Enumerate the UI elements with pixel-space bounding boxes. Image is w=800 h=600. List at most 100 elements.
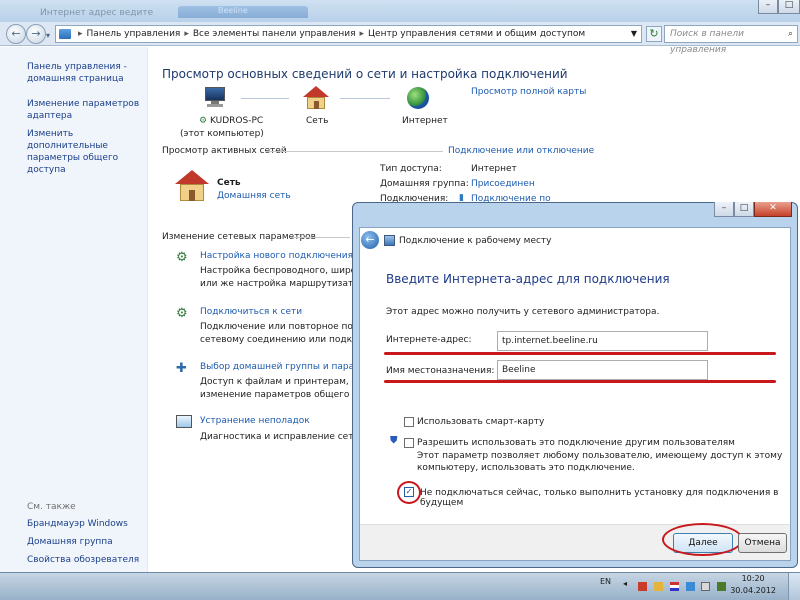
computer-icon[interactable] [203, 87, 227, 109]
page-title: Просмотр основных сведений о сети и наст… [162, 67, 568, 81]
dialog-hint: Этот адрес можно получить у сетевого адм… [386, 307, 660, 317]
search-placeholder: Поиск в панели управления [670, 29, 744, 55]
smartcard-checkbox[interactable] [404, 417, 414, 427]
smartcard-label: Использовать смарт-карту [417, 417, 545, 427]
sidebar-item-adapter-settings[interactable]: Изменение параметров адаптера [27, 98, 145, 122]
computer-note: (этот компьютер) [180, 129, 264, 139]
vpn-icon [384, 235, 395, 246]
allow-others-label: Разрешить использовать это подключение д… [417, 438, 735, 448]
home-network-icon[interactable] [303, 86, 329, 110]
access-type-value: Интернет [471, 164, 517, 174]
home-network-large-icon [175, 170, 209, 202]
section-divider [265, 151, 443, 152]
title-bar: Интернет адрес ведите Beeline – □ [0, 0, 800, 22]
red-annotation-underline [384, 352, 776, 355]
tray-network-icon[interactable] [686, 582, 695, 591]
address-label: Интернете-адрес: [386, 335, 472, 345]
wizard-back-icon[interactable]: ← [361, 231, 379, 249]
homegroup-icon: ✚ [176, 361, 187, 376]
search-icon[interactable]: ⌕ [788, 26, 793, 42]
refresh-icon[interactable]: ↻ [646, 26, 662, 42]
tray-power-icon[interactable] [717, 582, 726, 591]
sidebar-item-sharing-settings[interactable]: Изменить дополнительные параметры общего… [27, 128, 145, 176]
computer-name: KUDROS-PC [210, 116, 264, 126]
home-group-label: Домашняя группа: [380, 179, 469, 189]
clock-time: 10:20 [741, 574, 765, 583]
task-connect-link[interactable]: Подключиться к сети [200, 307, 302, 317]
dialog-title: Подключение к рабочему месту [399, 236, 552, 246]
connect-network-icon: ⚙ [176, 306, 188, 321]
breadcrumb-chevron-icon[interactable]: ▸ [78, 29, 83, 39]
tray-language-flag-icon[interactable] [670, 582, 679, 591]
tray-volume-icon[interactable] [701, 582, 710, 591]
dialog-heading: Введите Интернета-адрес для подключения [386, 272, 670, 286]
access-type-label: Тип доступа: [380, 164, 442, 174]
control-panel-icon [59, 29, 71, 39]
cancel-button[interactable]: Отмена [738, 533, 787, 553]
maximize-button[interactable]: □ [778, 0, 800, 14]
sidebar: Панель управления - домашняя страница Из… [0, 47, 148, 572]
map-link-line [241, 98, 289, 99]
breadcrumb-chevron-icon[interactable]: ▸ [184, 29, 189, 39]
tray-flag-icon[interactable] [638, 582, 647, 591]
title-ghost-tab-text: Beeline [218, 6, 248, 15]
internet-node-label: Интернет [402, 116, 448, 126]
full-map-link[interactable]: Просмотр полной карты [471, 87, 586, 97]
taskbar: EN ◂ 10:20 30.04.2012 [0, 572, 800, 600]
show-desktop-button[interactable] [788, 573, 800, 600]
section-divider [290, 237, 350, 238]
title-ghost-text: Интернет адрес ведите [40, 8, 154, 18]
language-indicator[interactable]: EN [600, 577, 611, 586]
address-bar[interactable]: ▸ Панель управления ▸ Все элементы панели у… [55, 25, 642, 43]
network-type-link[interactable]: Домашняя сеть [217, 191, 291, 201]
new-connection-icon: ⚙ [176, 250, 188, 265]
dialog-maximize-button[interactable]: □ [734, 202, 754, 217]
vpn-wizard-dialog: – □ ✕ ← Подключение к рабочему месту Вве… [352, 202, 798, 568]
recent-pages-chevron-icon[interactable]: ▾ [46, 31, 50, 40]
network-node-label: Сеть [306, 116, 329, 126]
internet-address-input[interactable]: tp.internet.beeline.ru [497, 331, 708, 351]
clock[interactable]: 10:20 30.04.2012 [730, 573, 776, 597]
tray-app-icon[interactable] [654, 582, 663, 591]
dialog-minimize-button[interactable]: – [714, 202, 734, 217]
back-arrow-icon[interactable]: ← [6, 24, 26, 44]
dialog-body: ← Подключение к рабочему месту Введите И… [359, 227, 791, 561]
dont-connect-label: Не подключаться сейчас, только выполнить… [420, 488, 779, 508]
computer-network-icon: ⚙ [199, 116, 208, 126]
globe-icon[interactable] [407, 87, 429, 109]
uac-shield-icon: ⛊ [390, 435, 398, 446]
search-input[interactable]: Поиск в панели управления ⌕ [664, 25, 798, 55]
destination-label: Имя местоназначения: [386, 366, 495, 376]
dialog-close-button[interactable]: ✕ [754, 202, 792, 217]
breadcrumb-network-center[interactable]: Центр управления сетями и общим доступом [368, 29, 585, 39]
title-ghost-tab: Beeline [178, 6, 308, 18]
breadcrumb-control-panel[interactable]: Панель управления [87, 29, 181, 39]
address-dropdown-icon[interactable]: ▼ [631, 26, 637, 42]
sidebar-item-control-panel-home[interactable]: Панель управления - домашняя страница [27, 61, 145, 85]
red-annotation-underline [384, 380, 776, 383]
breadcrumb-chevron-icon[interactable]: ▸ [360, 29, 365, 39]
breadcrumb-all-items[interactable]: Все элементы панели управления [193, 29, 356, 39]
allow-others-checkbox[interactable] [404, 438, 414, 448]
sidebar-item-internet-options[interactable]: Свойства обозревателя [27, 554, 145, 566]
dialog-footer: Далее Отмена [360, 523, 790, 560]
clock-date: 30.04.2012 [730, 586, 776, 595]
map-link-line [340, 98, 390, 99]
minimize-button[interactable]: – [758, 0, 778, 14]
red-annotation-circle [662, 523, 743, 556]
sidebar-item-firewall[interactable]: Брандмауэр Windows [27, 518, 145, 530]
tray-expand-icon[interactable]: ◂ [623, 579, 627, 588]
destination-name-input[interactable]: Beeline [497, 360, 708, 380]
connect-disconnect-link[interactable]: Подключение или отключение [448, 146, 594, 156]
see-also-heading: См. также [27, 502, 76, 512]
red-annotation-circle [397, 481, 421, 504]
task-troubleshoot-link[interactable]: Устранение неполадок [200, 416, 310, 426]
allow-others-desc: компьютеру, использовать это подключение… [417, 463, 635, 473]
home-group-link[interactable]: Присоединен [471, 179, 535, 189]
forward-arrow-icon[interactable]: → [26, 24, 46, 44]
sidebar-item-homegroup[interactable]: Домашняя группа [27, 536, 145, 548]
network-name: Сеть [217, 178, 241, 188]
navigation-bar: ← → ▾ ▸ Панель управления ▸ Все элементы па… [0, 22, 800, 55]
allow-others-desc: Этот параметр позволяет любому пользоват… [417, 451, 783, 461]
troubleshoot-icon [176, 415, 192, 428]
